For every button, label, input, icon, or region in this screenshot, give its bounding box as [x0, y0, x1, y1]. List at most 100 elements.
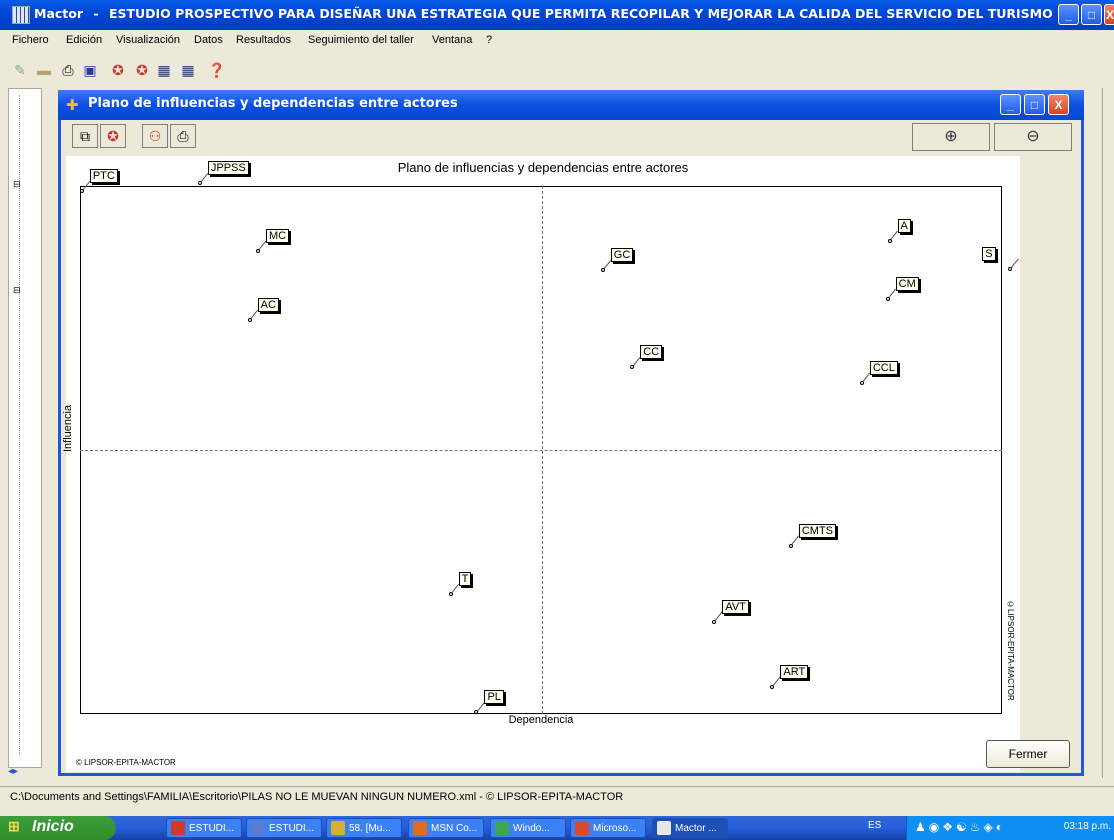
taskbar-button-label: 58. [Mu... — [349, 823, 391, 834]
title-separator: - — [93, 6, 99, 21]
taskbar-button-label: ESTUDI... — [189, 823, 235, 834]
child-maximize-button[interactable]: □ — [1024, 94, 1045, 115]
menu-edicion[interactable]: Edición — [66, 34, 102, 46]
actor-point — [712, 619, 717, 624]
help-icon[interactable]: ❓ — [208, 62, 225, 78]
actor-label: MC — [265, 228, 290, 243]
start-button[interactable]: ⊞ Inicio — [0, 816, 116, 840]
menu-visualizacion[interactable]: Visualización — [116, 34, 180, 46]
taskbar-button-label: Mactor ... — [675, 823, 717, 834]
taskbar-button-label: Windo... — [513, 823, 550, 834]
actor-label: AVT — [722, 599, 749, 614]
taskbar-button-label: MSN Co... — [431, 823, 478, 834]
actor-point — [859, 380, 864, 385]
side-copyright: ©LIPSOR-EPITA-MACTOR — [1006, 600, 1015, 701]
language-indicator[interactable]: ES — [868, 820, 881, 831]
actor-point — [885, 296, 890, 301]
print-button[interactable]: ⎙ — [170, 124, 196, 148]
save-icon[interactable]: ▣ — [82, 62, 98, 78]
restore-button[interactable]: □ — [1081, 4, 1102, 25]
app-name: Mactor — [34, 6, 84, 21]
task-app-icon — [413, 821, 427, 835]
actor-icon-2[interactable]: ✪ — [134, 62, 150, 78]
fermer-button[interactable]: Fermer — [986, 740, 1070, 768]
print-icon[interactable]: ⎙ — [60, 62, 76, 78]
start-label: Inicio — [32, 818, 74, 835]
actor-label: CCL — [869, 360, 898, 375]
task-app-icon — [657, 821, 671, 835]
zoom-in-button[interactable]: ⊕ — [912, 123, 990, 151]
plane-icon: ✚ — [66, 97, 79, 114]
bottom-copyright: © LIPSOR-EPITA-MACTOR — [76, 758, 176, 767]
close-button[interactable]: X — [1104, 4, 1114, 25]
menu-ventana[interactable]: Ventana — [432, 34, 472, 46]
child-title: Plano de influencias y dependencias entr… — [88, 96, 458, 111]
actor-label: ART — [780, 664, 809, 679]
menu-resultados[interactable]: Resultados — [236, 34, 291, 46]
taskbar-button[interactable]: MSN Co... — [408, 818, 484, 838]
task-app-icon — [331, 821, 345, 835]
project-tree[interactable]: ⊟ ⊟ — [8, 88, 42, 768]
horizontal-midline — [80, 450, 1002, 451]
actor-point — [448, 592, 453, 597]
y-axis-label: Influencia — [62, 404, 74, 452]
taskbar-button[interactable]: ESTUDI... — [166, 818, 242, 838]
actor-label: A — [897, 218, 911, 233]
vertical-midline — [542, 186, 543, 714]
app-icon — [12, 6, 30, 24]
actor-label: T — [458, 572, 472, 587]
tray-icons[interactable]: ♟◉❖☯♨◈◐ — [915, 820, 1006, 834]
actor-point — [887, 238, 892, 243]
actor-icon[interactable]: ✪ — [110, 62, 126, 78]
taskbar-button[interactable]: Mactor ... — [652, 818, 728, 838]
actor-point — [255, 248, 260, 253]
actor-label: PTC — [89, 169, 118, 184]
menu-seguimiento[interactable]: Seguimiento del taller — [308, 34, 414, 46]
actor-label: S — [982, 246, 996, 261]
taskbar-button-label: ESTUDI... — [269, 823, 315, 834]
actor-point — [247, 318, 252, 323]
actor-label: PL — [484, 690, 504, 705]
windows-logo-icon: ⊞ — [8, 818, 20, 834]
menu-fichero[interactable]: Fichero — [12, 34, 49, 46]
folder-icon[interactable]: ▬ — [36, 62, 52, 78]
open-icon[interactable]: ✎ — [12, 62, 28, 78]
actor-label: CMTS — [798, 523, 837, 538]
taskbar-button[interactable]: Microso... — [570, 818, 646, 838]
task-app-icon — [495, 821, 509, 835]
task-app-icon — [171, 821, 185, 835]
zoom-out-button[interactable]: ⊖ — [994, 123, 1072, 151]
minimize-button[interactable]: _ — [1058, 4, 1079, 25]
x-axis-label: Dependencia — [508, 714, 574, 726]
main-title-bar[interactable]: Mactor - ESTUDIO PROSPECTIVO PARA DISEÑA… — [0, 0, 1114, 30]
tree-scroll-arrows[interactable]: ◂▸ — [8, 766, 40, 780]
actor-label: CC — [640, 345, 663, 360]
menu-help[interactable]: ? — [486, 34, 492, 46]
taskbar-button[interactable]: ESTUDI... — [246, 818, 322, 838]
actor-label: CM — [895, 276, 919, 291]
taskbar-button[interactable]: 58. [Mu... — [326, 818, 402, 838]
clock: 03:18 p.m. — [1063, 821, 1111, 832]
table-icon-2[interactable]: ▦ — [180, 62, 196, 78]
child-title-bar[interactable]: ✚ Plano de influencias y dependencias en… — [58, 90, 1084, 120]
taskbar-button-label: Microso... — [593, 823, 637, 834]
actor-label: JPPSS — [207, 161, 249, 176]
menu-datos[interactable]: Datos — [194, 34, 223, 46]
table-icon[interactable]: ▦ — [156, 62, 172, 78]
influence-button[interactable]: ⚇ — [142, 124, 168, 148]
tree-collapse-icon[interactable]: ⊟ — [13, 179, 21, 190]
task-app-icon — [575, 821, 589, 835]
actor-label: AC — [257, 298, 279, 313]
actor-point — [788, 543, 793, 548]
right-scrollbar[interactable] — [1102, 88, 1114, 778]
tree-lines — [19, 95, 21, 755]
menu-bar: Fichero Edición Visualización Datos Resu… — [0, 30, 1114, 52]
task-app-icon — [251, 821, 265, 835]
document-title: ESTUDIO PROSPECTIVO PARA DISEÑAR UNA EST… — [108, 6, 1054, 21]
child-minimize-button[interactable]: _ — [1000, 94, 1021, 115]
tree-collapse-icon-2[interactable]: ⊟ — [13, 285, 21, 296]
child-close-button[interactable]: X — [1048, 94, 1069, 115]
taskbar-button[interactable]: Windo... — [490, 818, 566, 838]
actors-button[interactable]: ✪ — [100, 124, 126, 148]
copy-button[interactable]: ⧉ — [72, 124, 98, 148]
